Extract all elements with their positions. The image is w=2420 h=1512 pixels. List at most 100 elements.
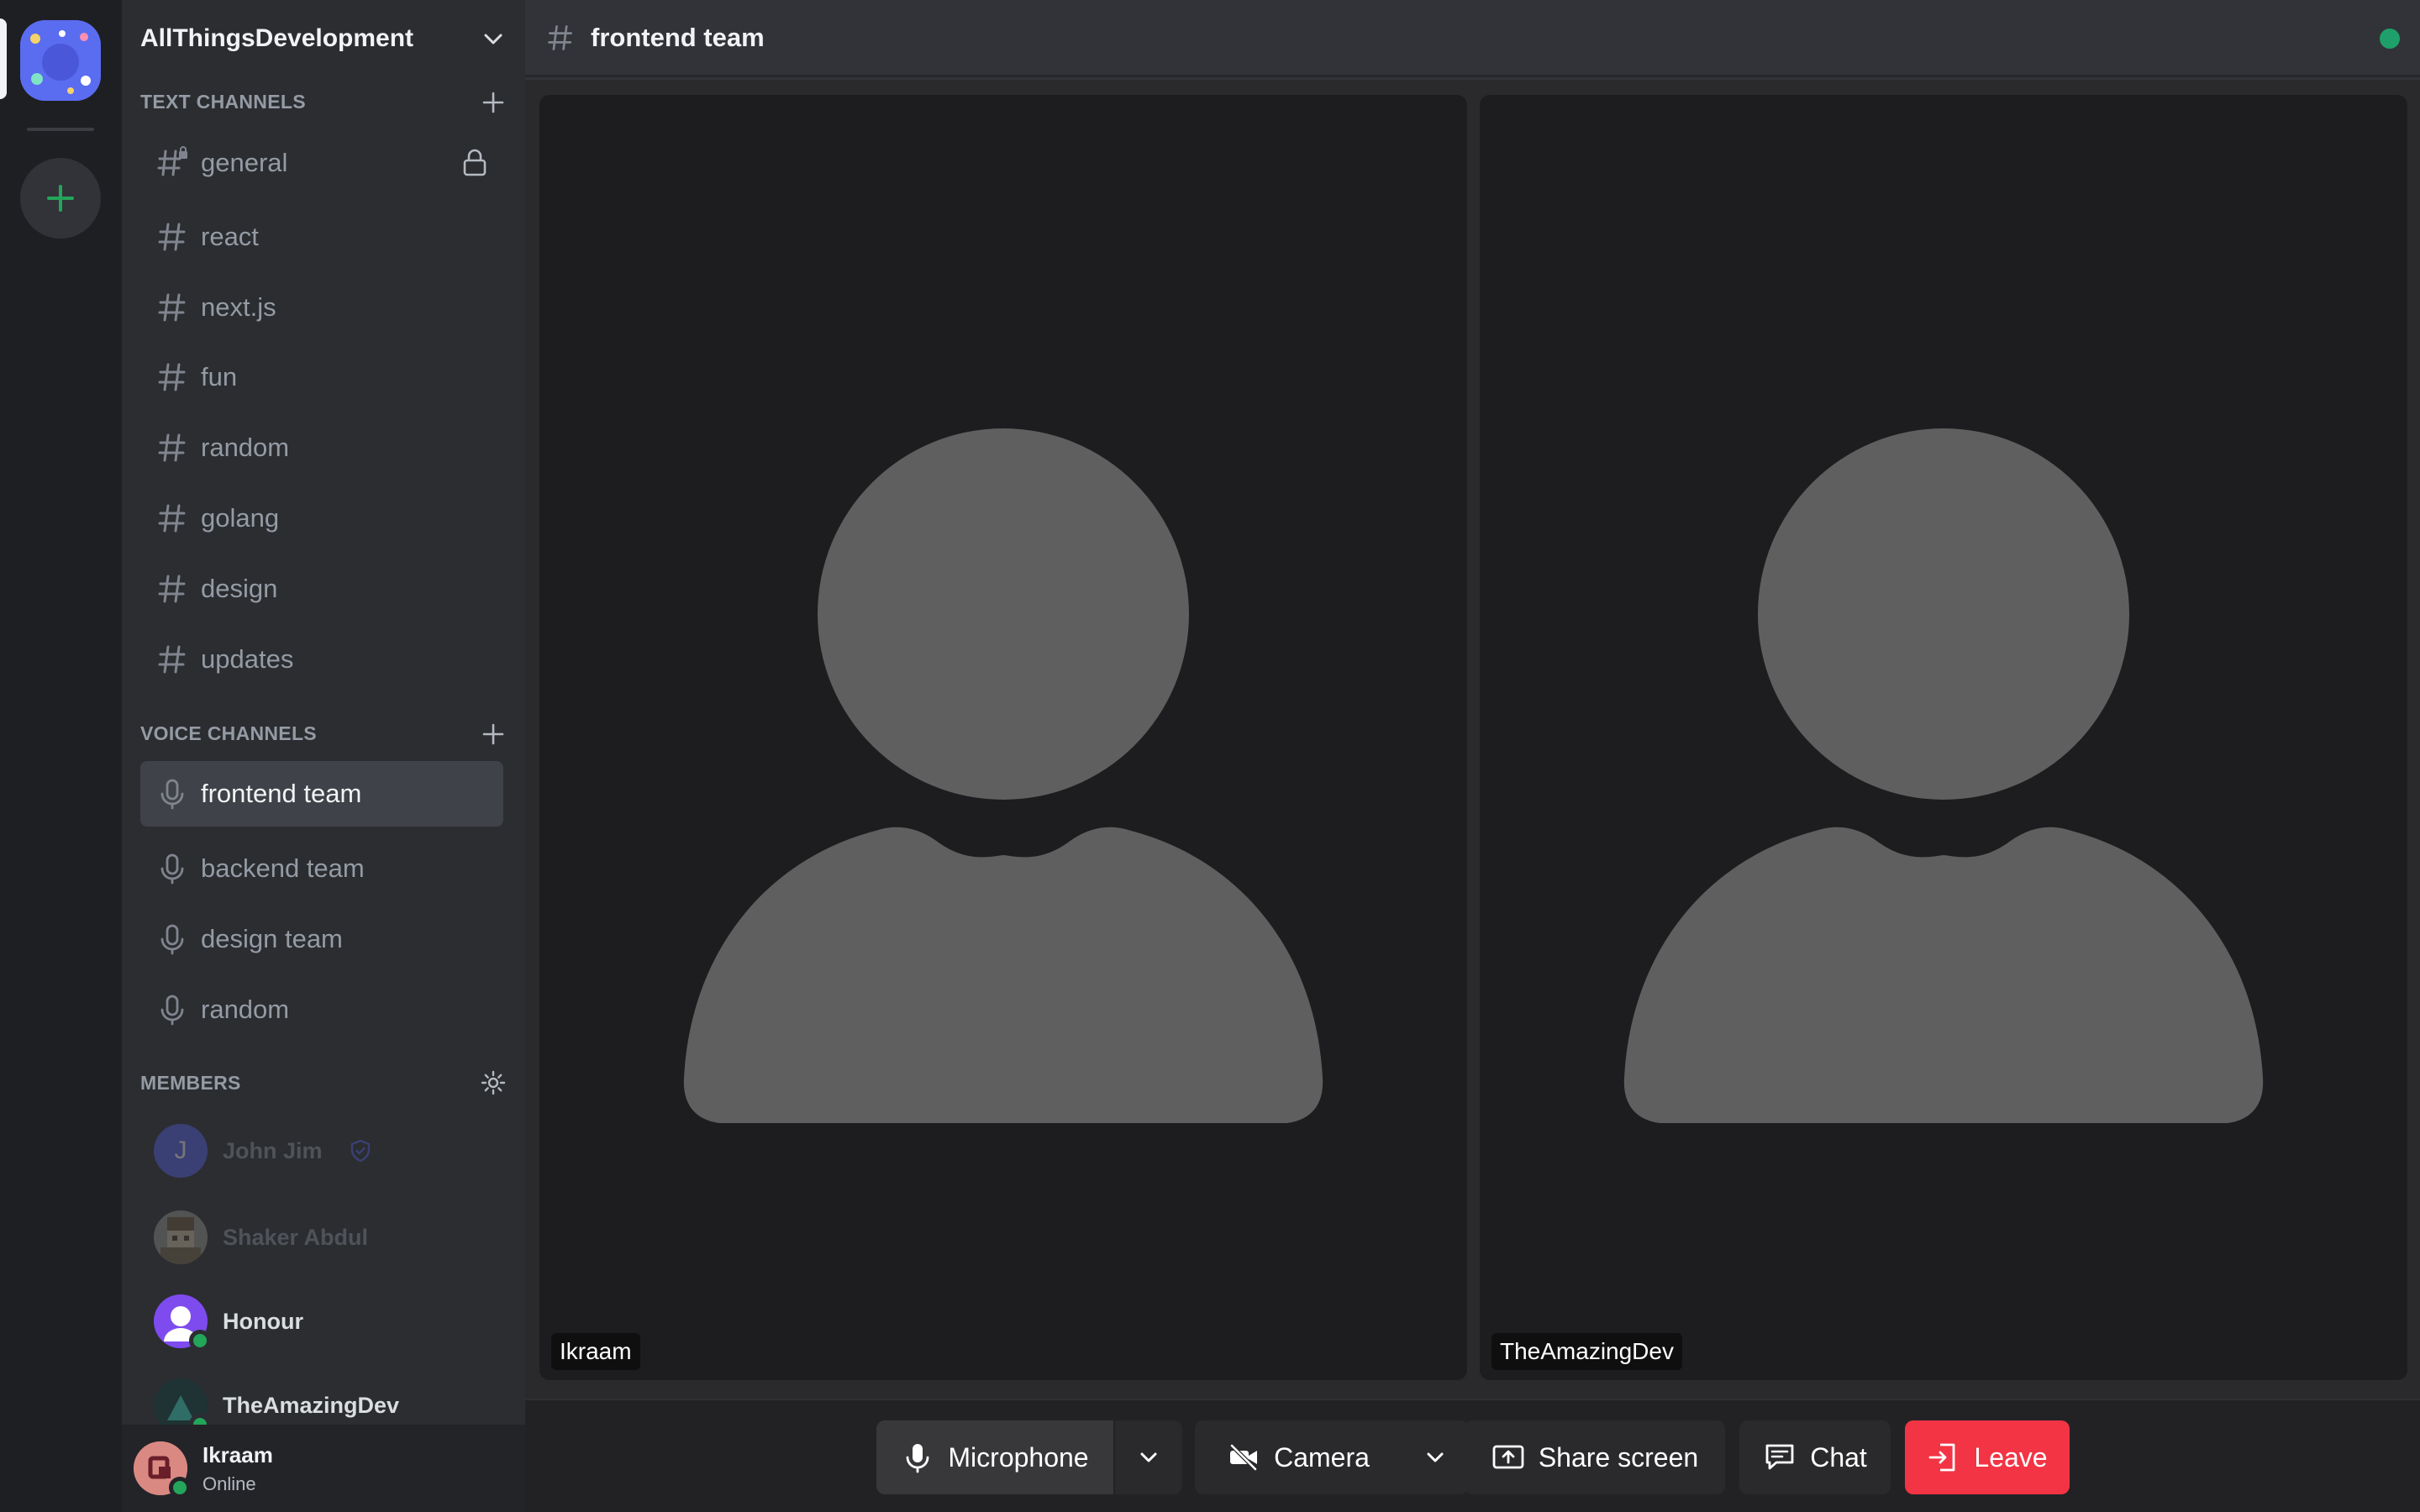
camera-label: Camera	[1274, 1441, 1370, 1473]
microphone-icon	[906, 1444, 929, 1473]
camera-options-button[interactable]	[1402, 1420, 1469, 1494]
avatar	[154, 1294, 211, 1352]
microphone-options-button[interactable]	[1115, 1420, 1182, 1494]
lock-icon	[463, 149, 487, 176]
microphone-button[interactable]: Microphone	[876, 1420, 1113, 1494]
chevron-down-icon	[1427, 1452, 1444, 1462]
user-info: Ikraam Online	[203, 1442, 273, 1495]
avatar: J	[154, 1124, 208, 1178]
participant-tile[interactable]: TheAmazingDev	[1480, 95, 2407, 1380]
server-rail	[0, 0, 122, 1512]
channel-random[interactable]: random	[140, 415, 503, 480]
text-channels-header[interactable]: TEXT CHANNELS	[140, 91, 306, 113]
chevron-down-icon	[484, 34, 502, 45]
member-name: John Jim	[223, 1137, 323, 1163]
voice-channels-header[interactable]: VOICE CHANNELS	[140, 722, 317, 745]
channel-label: next.js	[201, 292, 276, 322]
pixel-avatar-icon	[154, 1210, 208, 1264]
channel-sidebar: AllThingsDevelopment TEXT CHANNELS gener…	[122, 0, 525, 1512]
user-name: Ikraam	[203, 1441, 273, 1467]
leave-label: Leave	[1974, 1441, 2048, 1473]
channel-react[interactable]: react	[140, 204, 503, 270]
hash-icon	[158, 293, 186, 322]
rail-separator	[27, 128, 94, 131]
user-panel[interactable]: Ikraam Online	[122, 1425, 525, 1512]
channel-label: fun	[201, 362, 238, 391]
channel-label: design	[201, 574, 278, 603]
app-window: AllThingsDevelopment TEXT CHANNELS gener…	[0, 0, 2420, 1512]
member-honour[interactable]: Honour	[154, 1289, 303, 1353]
avatar-initial: J	[174, 1137, 187, 1164]
channel-label: general	[201, 148, 288, 177]
camera-off-icon	[1230, 1444, 1258, 1471]
avatar	[154, 1210, 208, 1264]
share-screen-icon	[1492, 1445, 1524, 1469]
plus-icon	[47, 185, 74, 212]
leave-icon	[1929, 1443, 1955, 1472]
channel-label: react	[201, 222, 259, 251]
user-status: Online	[203, 1473, 256, 1494]
channel-label: random	[201, 995, 290, 1024]
channel-topbar: frontend team	[525, 0, 2420, 77]
share-screen-button[interactable]: Share screen	[1465, 1420, 1725, 1494]
leave-call-button[interactable]: Leave	[1905, 1420, 2070, 1494]
online-status-dot	[189, 1330, 211, 1352]
channel-label: frontend team	[201, 779, 362, 808]
shield-icon	[350, 1139, 370, 1163]
server-header[interactable]: AllThingsDevelopment	[122, 0, 525, 77]
server-icon-allthingsdevelopment[interactable]	[20, 20, 101, 101]
hash-icon	[158, 363, 186, 391]
hash-icon	[158, 223, 186, 251]
microphone-icon	[160, 924, 184, 955]
chat-label: Chat	[1810, 1441, 1867, 1473]
current-channel-title: frontend team	[591, 22, 765, 52]
gear-icon[interactable]	[480, 1069, 507, 1096]
microphone-icon	[160, 779, 184, 810]
voice-channel-design-team[interactable]: design team	[140, 906, 503, 972]
user-avatar	[134, 1441, 191, 1499]
chat-button[interactable]: Chat	[1739, 1420, 1891, 1494]
server-artwork-icon	[20, 20, 101, 101]
call-control-bar: Microphone Camera Share screen Chat Leav…	[525, 1399, 2420, 1512]
video-stage: Ikraam TheAmazingDev	[525, 80, 2420, 1399]
hash-icon	[158, 433, 186, 462]
hash-icon	[158, 645, 186, 674]
member-name: Shaker Abdul	[223, 1224, 369, 1250]
microphone-label: Microphone	[948, 1441, 1089, 1473]
share-screen-label: Share screen	[1538, 1441, 1699, 1473]
channel-updates[interactable]: updates	[140, 627, 503, 692]
microphone-icon	[160, 995, 184, 1026]
person-placeholder-icon	[683, 428, 1323, 1123]
selected-server-indicator	[0, 18, 7, 99]
online-status-dot	[169, 1477, 191, 1499]
participant-name-tag: TheAmazingDev	[1491, 1333, 1682, 1370]
channel-design[interactable]: design	[140, 556, 503, 622]
voice-channel-backend-team[interactable]: backend team	[140, 836, 503, 901]
member-name: Honour	[223, 1308, 303, 1334]
hash-icon	[548, 24, 572, 50]
channel-golang[interactable]: golang	[140, 486, 503, 551]
person-placeholder-icon	[1623, 428, 2264, 1123]
channel-general[interactable]: general	[140, 130, 503, 196]
server-name: AllThingsDevelopment	[140, 24, 414, 52]
chevron-down-icon	[1140, 1452, 1157, 1462]
hash-icon	[158, 575, 186, 603]
camera-button[interactable]: Camera	[1195, 1420, 1402, 1494]
channel-fun[interactable]: fun	[140, 344, 503, 410]
locked-hash-icon	[157, 146, 187, 176]
channel-label: updates	[201, 644, 294, 674]
add-server-button[interactable]	[20, 158, 101, 239]
member-name: TheAmazingDev	[223, 1392, 400, 1418]
member-shaker-abdul[interactable]: Shaker Abdul	[154, 1205, 368, 1269]
participant-tile[interactable]: Ikraam	[539, 95, 1467, 1380]
channel-label: golang	[201, 503, 280, 533]
voice-channel-random[interactable]: random	[140, 977, 503, 1042]
channel-label: backend team	[201, 853, 365, 883]
participant-name-tag: Ikraam	[551, 1333, 640, 1370]
add-text-channel-icon[interactable]	[480, 89, 507, 116]
voice-channel-frontend-team[interactable]: frontend team	[140, 761, 503, 827]
add-voice-channel-icon[interactable]	[480, 721, 507, 748]
hash-icon	[158, 504, 186, 533]
member-john-jim[interactable]: J John Jim	[154, 1119, 373, 1183]
channel-next-js[interactable]: next.js	[140, 275, 503, 340]
